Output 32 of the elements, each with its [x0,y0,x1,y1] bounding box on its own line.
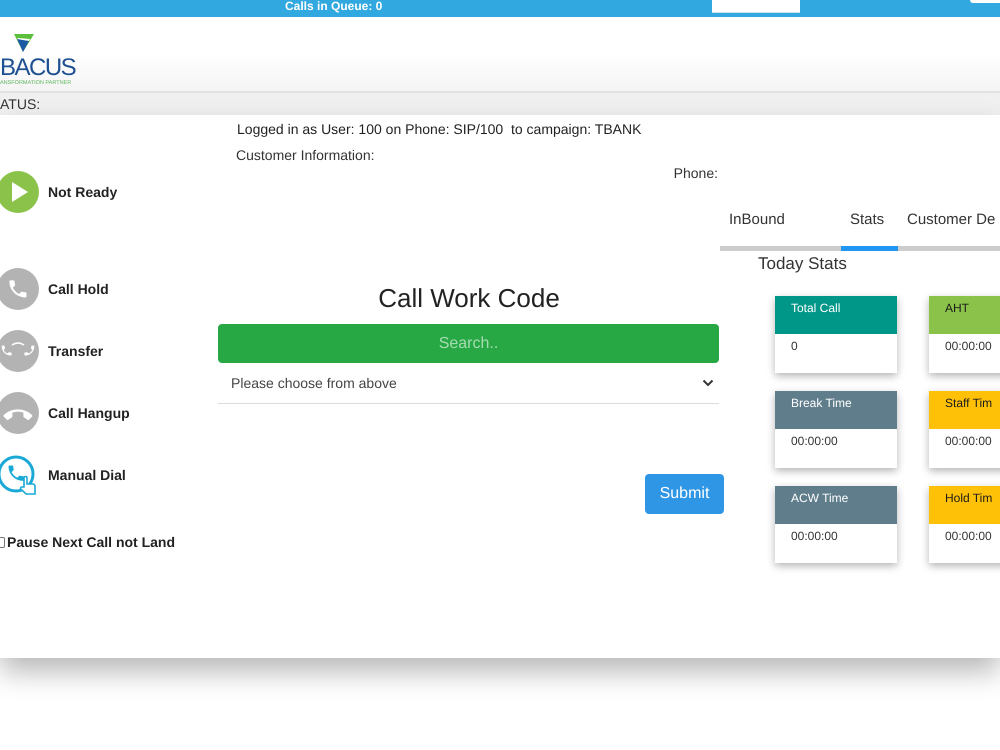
stat-card-value: 00:00:00 [791,434,838,448]
ready-toggle-button[interactable]: Not Ready [0,171,118,213]
logo-wordmark: BACUS [0,57,76,79]
tab[interactable]: Stats [841,208,898,251]
work-code-select[interactable]: Please choose from above [218,363,719,404]
stat-card-title: Total Call [791,301,840,315]
stat-card-value: 00:00:00 [945,434,992,448]
work-code-title: Call Work Code [378,283,560,313]
stat-card-title: Hold Tim [945,491,992,505]
stat-card-title: ACW Time [791,491,848,505]
chevron-down-icon [702,379,714,387]
stat-card-title: AHT [945,301,969,315]
tab[interactable]: Customer De [898,208,1000,251]
manual-dial-button[interactable]: Manual Dial [0,454,126,496]
tab[interactable]: InBound [720,208,841,251]
stat-card-value: 00:00:00 [945,529,992,543]
login-info-text: Logged in as User: 100 on Phone: SIP/100 to campaign: TBANK [236,121,642,137]
customer-info-label: Customer Information: [235,147,374,163]
today-stats-title: Today Stats [757,254,847,274]
pause-option-label[interactable]: Pause Next Call not Land [7,534,176,550]
queue-count-label: Calls in Queue: 0 [285,0,382,13]
stat-card-value: 00:00:00 [945,339,992,353]
top-bar-field[interactable] [712,0,800,13]
stat-card-value: 0 [791,339,798,353]
stat-card-value: 00:00:00 [791,529,838,543]
search-field[interactable]: Search.. [218,324,719,363]
top-bar-button[interactable] [970,0,1000,3]
status-label: ATUS: [0,96,40,112]
phone-label: Phone: [674,165,718,181]
logo-arrow-icon [14,34,34,52]
stat-card-title: Break Time [791,396,852,410]
stat-card-title: Staff Tim [945,396,992,410]
